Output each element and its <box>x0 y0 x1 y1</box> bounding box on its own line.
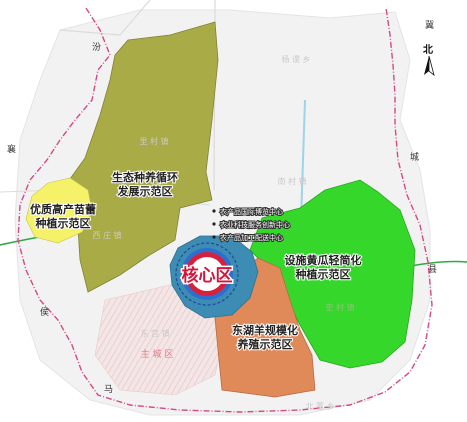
facility-dot <box>212 235 216 239</box>
map-canvas: 核心区 农产品国际博览中心 农业科技服务创新中心 农产品加工配送中心 生态种养循… <box>0 0 467 422</box>
facility-dot <box>212 222 216 226</box>
facility-dot <box>212 209 216 213</box>
